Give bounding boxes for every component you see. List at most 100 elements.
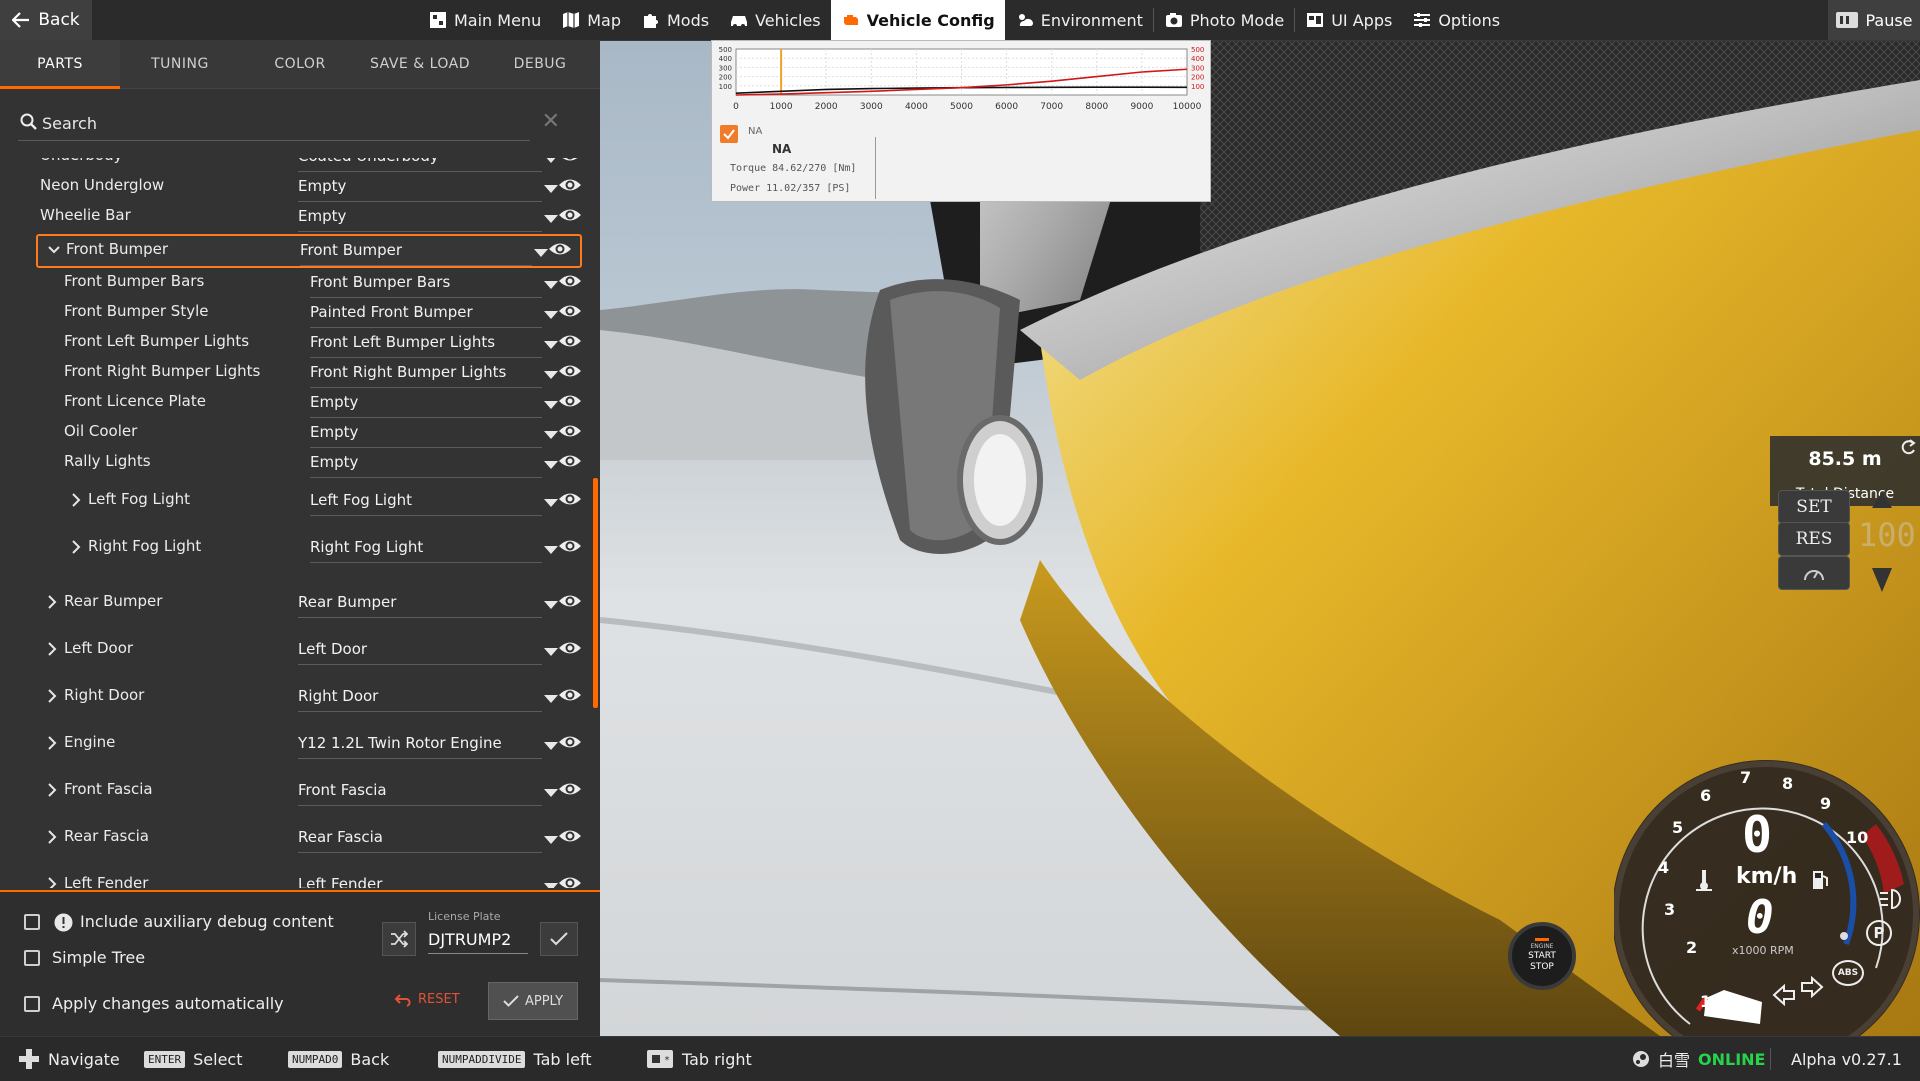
dropdown-arrow-icon[interactable] [544,371,558,379]
simple-tree-checkbox[interactable] [24,950,40,966]
part-row[interactable]: Front Licence Plate Empty [0,388,590,418]
part-row[interactable]: Underbody Coated Underbody [0,158,590,172]
part-row[interactable]: Rear Fascia Rear Fascia [0,823,590,853]
apply-auto-checkbox[interactable] [24,996,40,1012]
part-value-select[interactable]: Empty [298,207,346,225]
search-box[interactable]: Search ✕ [0,89,600,155]
dropdown-arrow-icon[interactable] [544,341,558,349]
dropdown-arrow-icon[interactable] [544,546,558,554]
nav-main-menu[interactable]: Main Menu [418,0,551,40]
dropdown-arrow-icon[interactable] [544,789,558,797]
clear-search-icon[interactable]: ✕ [542,109,560,134]
chevron-down-icon[interactable] [48,242,60,258]
tab-parts[interactable]: PARTS [0,40,120,89]
nav-mods[interactable]: Mods [631,0,719,40]
part-row[interactable]: Left Door Left Door [0,635,590,665]
license-plate-input[interactable]: DJTRUMP2 [428,928,528,954]
part-value-select[interactable]: Right Fog Light [310,538,423,556]
dropdown-arrow-icon[interactable] [544,461,558,469]
part-row[interactable]: Right Door Right Door [0,682,590,712]
dropdown-arrow-icon[interactable] [534,249,548,257]
visibility-eye-icon[interactable] [558,732,582,752]
visibility-eye-icon[interactable] [558,205,582,225]
dropdown-arrow-icon[interactable] [544,836,558,844]
part-value-select[interactable]: Left Fog Light [310,491,412,509]
tab-save-load[interactable]: SAVE & LOAD [360,40,480,88]
dropdown-arrow-icon[interactable] [544,883,558,888]
nav-ui-apps[interactable]: UI Apps [1295,0,1402,40]
chevron-right-icon[interactable] [46,688,58,704]
tab-tuning[interactable]: TUNING [120,40,240,88]
reset-button[interactable]: RESET [394,992,460,1007]
part-value-select[interactable]: Coated Underbody [298,158,439,165]
search-input[interactable]: Search [42,114,97,133]
visibility-eye-icon[interactable] [558,536,582,556]
parts-tree[interactable]: Underbody Coated Underbody Neon Underglow E… [0,158,600,888]
back-button[interactable]: Back [0,0,92,40]
part-row[interactable]: Wheelie Bar Empty [0,202,590,232]
visibility-eye-icon[interactable] [558,685,582,705]
part-value-select[interactable]: Painted Front Bumper [310,303,473,321]
graph-checkbox[interactable] [720,125,738,143]
visibility-eye-icon[interactable] [558,331,582,351]
visibility-eye-icon[interactable] [558,421,582,441]
visibility-eye-icon[interactable] [558,301,582,321]
part-value-select[interactable]: Rear Bumper [298,593,396,611]
visibility-eye-icon[interactable] [558,175,582,195]
part-row[interactable]: Front Fascia Front Fascia [0,776,590,806]
part-row[interactable]: Engine Y12 1.2L Twin Rotor Engine [0,729,590,759]
part-value-select[interactable]: Y12 1.2L Twin Rotor Engine [298,734,502,752]
dropdown-arrow-icon[interactable] [544,431,558,439]
part-row[interactable]: Front Bumper Front Bumper [36,234,582,268]
aux-debug-checkbox[interactable] [24,914,40,930]
dropdown-arrow-icon[interactable] [544,281,558,289]
tab-debug[interactable]: DEBUG [480,40,600,88]
visibility-eye-icon[interactable] [558,158,582,165]
dropdown-arrow-icon[interactable] [544,215,558,223]
chevron-right-icon[interactable] [46,829,58,845]
tab-color[interactable]: COLOR [240,40,360,88]
part-row[interactable]: Rear Bumper Rear Bumper [0,588,590,618]
part-row[interactable]: Front Bumper Style Painted Front Bumper [0,298,590,328]
cruise-up-icon[interactable] [1870,490,1894,510]
chevron-right-icon[interactable] [46,782,58,798]
part-value-select[interactable]: Left Door [298,640,367,658]
dropdown-arrow-icon[interactable] [544,185,558,193]
dropdown-arrow-icon[interactable] [544,648,558,656]
visibility-eye-icon[interactable] [558,591,582,611]
visibility-eye-icon[interactable] [558,451,582,471]
cruise-down-icon[interactable] [1870,566,1894,594]
part-value-select[interactable]: Empty [310,453,358,471]
nav-environment[interactable]: Environment [1005,0,1153,40]
dropdown-arrow-icon[interactable] [544,158,558,163]
dropdown-arrow-icon[interactable] [544,742,558,750]
part-value-select[interactable]: Front Fascia [298,781,387,799]
part-value-select[interactable]: Rear Fascia [298,828,383,846]
engine-start-stop-button[interactable]: ENGINE START STOP [1508,922,1576,990]
chevron-right-icon[interactable] [46,594,58,610]
visibility-eye-icon[interactable] [558,361,582,381]
chevron-right-icon[interactable] [70,492,82,508]
reset-distance-icon[interactable] [1898,438,1918,458]
visibility-eye-icon[interactable] [558,638,582,658]
dropdown-arrow-icon[interactable] [544,401,558,409]
part-row[interactable]: Front Right Bumper Lights Front Right Bum… [0,358,590,388]
dropdown-arrow-icon[interactable] [544,601,558,609]
visibility-eye-icon[interactable] [558,489,582,509]
visibility-eye-icon[interactable] [548,239,572,259]
part-value-select[interactable]: Left Fender [298,875,382,888]
part-value-select[interactable]: Right Door [298,687,378,705]
part-value-select[interactable]: Empty [310,423,358,441]
dropdown-arrow-icon[interactable] [544,499,558,507]
pause-button[interactable]: Pause [1828,0,1920,40]
visibility-eye-icon[interactable] [558,391,582,411]
apply-button[interactable]: APPLY [488,982,578,1020]
cruise-set-button[interactable]: SET [1778,490,1850,524]
chevron-right-icon[interactable] [70,539,82,555]
part-value-select[interactable]: Front Bumper [300,241,402,259]
visibility-eye-icon[interactable] [558,873,582,888]
nav-options[interactable]: Options [1402,0,1510,40]
part-row[interactable]: Rally Lights Empty [0,448,590,478]
part-value-select[interactable]: Front Right Bumper Lights [310,363,506,381]
chevron-right-icon[interactable] [46,735,58,751]
